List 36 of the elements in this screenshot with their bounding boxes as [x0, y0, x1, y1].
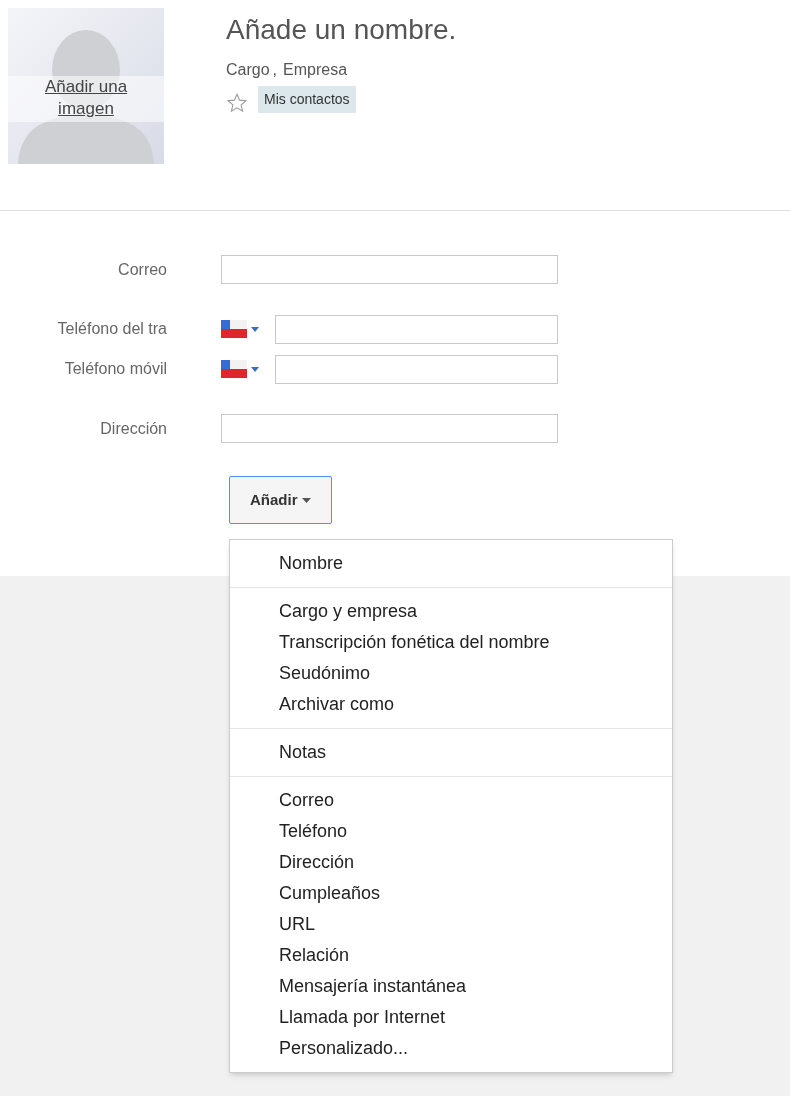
menu-item[interactable]: Seudónimo	[230, 658, 672, 689]
menu-item[interactable]: Transcripción fonética del nombre	[230, 627, 672, 658]
star-icon[interactable]	[226, 92, 248, 114]
menu-item[interactable]: Cargo y empresa	[230, 596, 672, 627]
menu-item[interactable]: Relación	[230, 940, 672, 971]
field-label: Teléfono móvil	[63, 359, 167, 379]
menu-item[interactable]: Mensajería instantánea	[230, 971, 672, 1002]
avatar-silhouette-icon	[8, 8, 164, 164]
add-button[interactable]: Añadir	[229, 476, 332, 524]
field-label: Correo	[117, 259, 167, 280]
menu-item[interactable]: Archivar como	[230, 689, 672, 720]
caret-icon	[251, 366, 259, 372]
separator-text: ,	[272, 60, 278, 80]
group-tag[interactable]: Mis contactos	[258, 85, 356, 113]
menu-item[interactable]: Nombre	[230, 548, 672, 579]
flag-icon	[221, 360, 247, 378]
caret-icon	[301, 497, 311, 503]
menu-item[interactable]: Correo	[230, 785, 672, 816]
menu-item[interactable]: Cumpleaños	[230, 878, 672, 909]
job-title-field[interactable]: Cargo	[226, 58, 270, 82]
field-label: Dirección	[99, 418, 167, 439]
menu-item[interactable]: Notas	[230, 737, 672, 768]
menu-item[interactable]: Dirección	[230, 847, 672, 878]
menu-item[interactable]: Teléfono	[230, 816, 672, 847]
input-field[interactable]	[221, 255, 558, 284]
menu-item[interactable]: Personalizado...	[230, 1033, 672, 1064]
contact-name-field[interactable]: Añade un nombre.	[226, 12, 457, 48]
flag-icon	[221, 320, 247, 338]
caret-icon	[251, 326, 259, 332]
menu-item[interactable]: Llamada por Internet	[230, 1002, 672, 1033]
company-field[interactable]: Empresa	[283, 58, 348, 82]
input-field[interactable]	[275, 314, 558, 344]
input-field[interactable]	[275, 354, 558, 384]
field-label: Teléfono del tra	[56, 319, 167, 339]
input-field[interactable]	[221, 414, 558, 443]
menu-item[interactable]: URL	[230, 909, 672, 940]
